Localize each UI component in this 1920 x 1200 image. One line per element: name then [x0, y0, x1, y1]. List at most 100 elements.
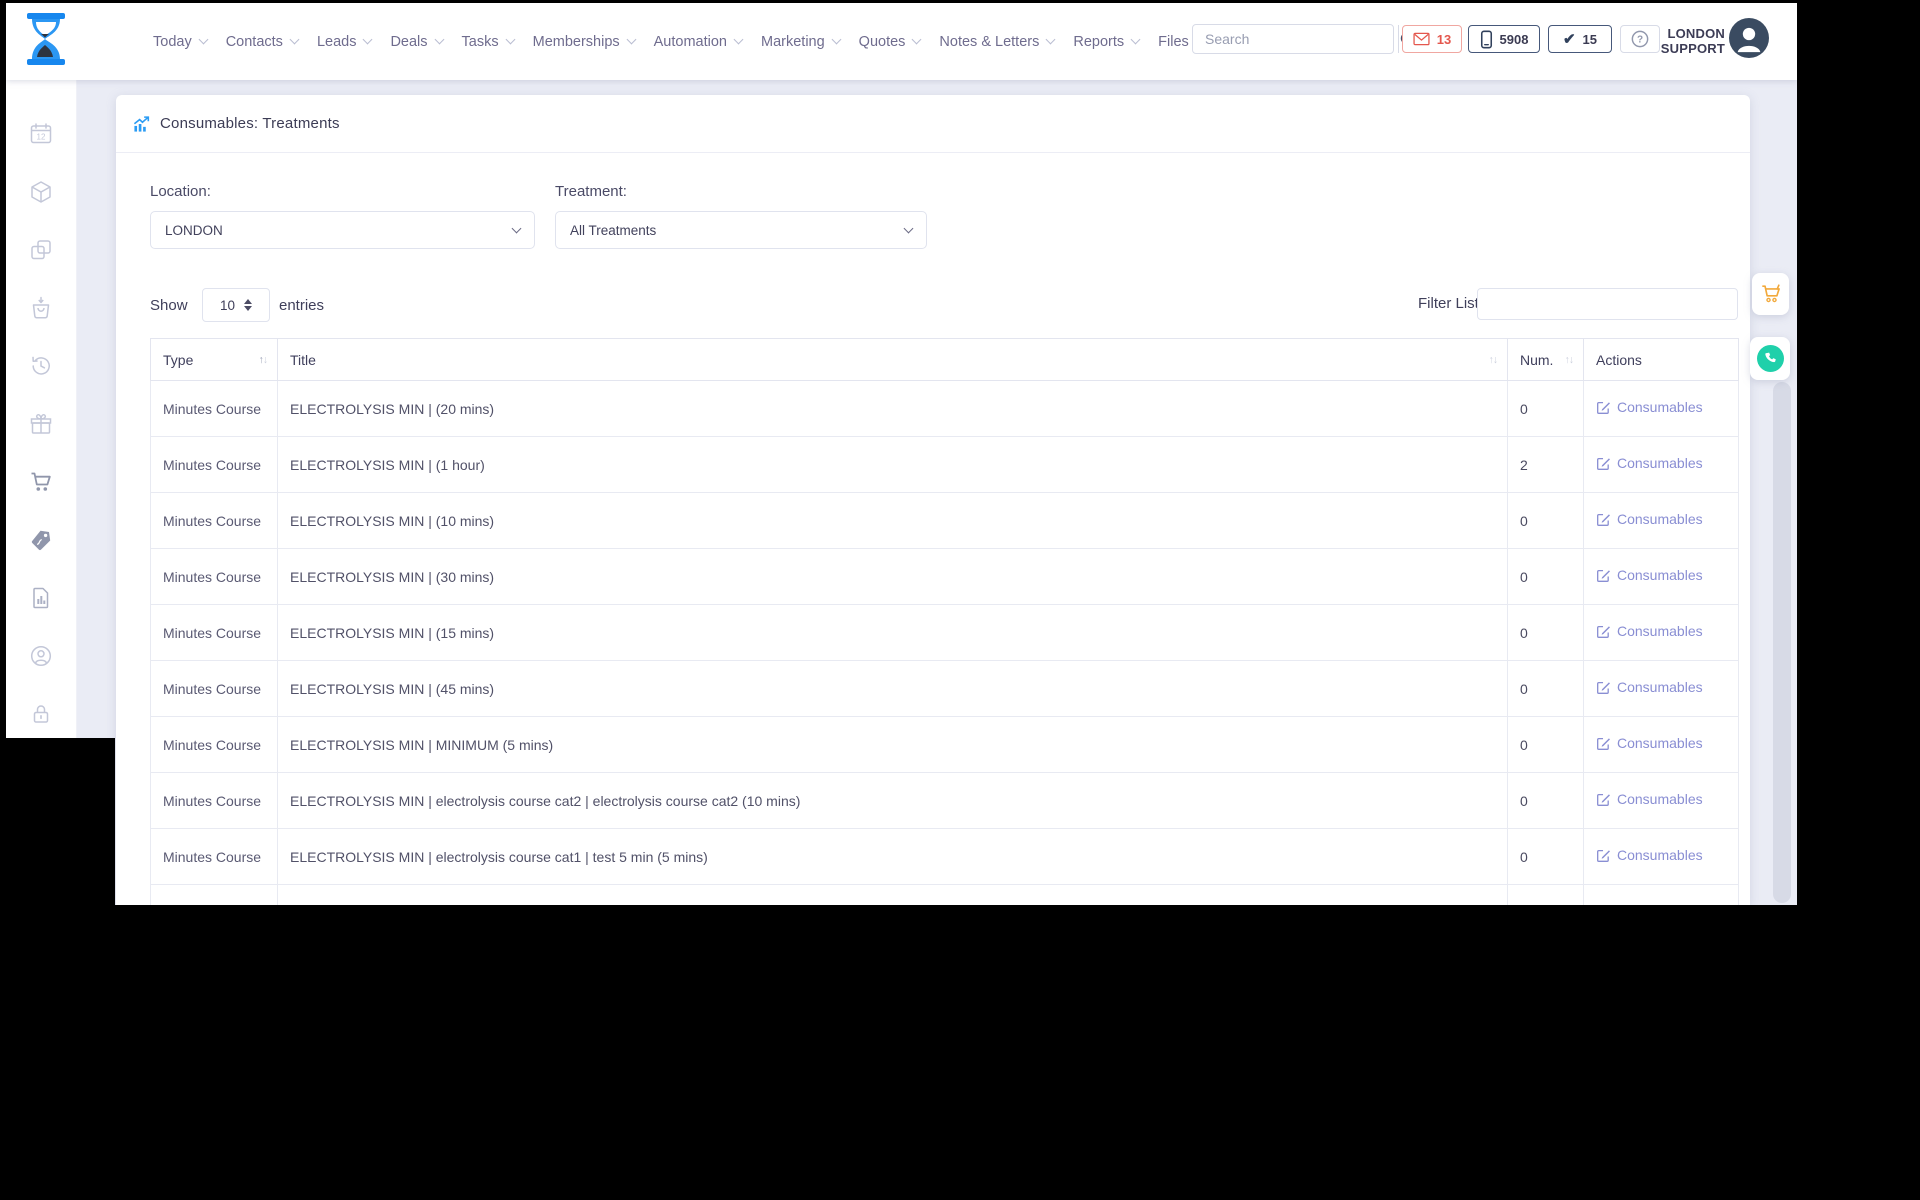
actions-cell: Consumables [1583, 436, 1739, 493]
location-select[interactable]: LONDON [150, 211, 535, 249]
nav-item-reports[interactable]: Reports [1073, 34, 1141, 50]
num-cell: 0 [1507, 716, 1584, 773]
consumables-link[interactable]: Consumables [1596, 735, 1703, 751]
actions-cell: Consumables [1583, 660, 1739, 717]
top-navigation-bar: Today Contacts Leads Deals Tasks Members… [6, 3, 1797, 80]
main-menu: Today Contacts Leads Deals Tasks Members… [153, 3, 1189, 80]
title-cell: ELECTROLYSIS MIN | (10 mins) [277, 492, 1508, 549]
treatment-select[interactable]: All Treatments [555, 211, 927, 249]
user-circle-icon[interactable] [29, 644, 53, 668]
floating-cart-button[interactable] [1752, 273, 1789, 315]
lock-icon[interactable] [29, 702, 53, 726]
table-row: Minutes Course ELECTROLYSIS MIN | electr… [150, 772, 1739, 829]
chevron-down-icon [1045, 34, 1056, 45]
edit-icon [1597, 681, 1610, 694]
column-header-type[interactable]: Type ↑↓ [150, 338, 278, 381]
consumables-treatments-panel: Consumables: Treatments Location: LONDON… [116, 95, 1750, 905]
edit-icon [1597, 457, 1610, 470]
actions-cell [1583, 884, 1739, 905]
page-scrollbar[interactable] [1773, 382, 1791, 903]
svg-text:?: ? [1637, 35, 1643, 46]
entries-label: entries [279, 297, 325, 314]
table-header-row: Type ↑↓ Title ↑↓ Num. ↑↓ Actions [150, 338, 1739, 381]
chevron-down-icon [911, 34, 922, 45]
title-cell [277, 884, 1508, 905]
title-cell: ELECTROLYSIS MIN | (20 mins) [277, 380, 1508, 437]
column-header-num[interactable]: Num. ↑↓ [1507, 338, 1584, 381]
table-row: Minutes Course ELECTROLYSIS MIN | electr… [150, 828, 1739, 885]
title-cell: ELECTROLYSIS MIN | electrolysis course c… [277, 772, 1508, 829]
table-row: Minutes Course ELECTROLYSIS MIN | MINIMU… [150, 716, 1739, 773]
treatment-select-value: All Treatments [570, 222, 657, 238]
nav-item-deals[interactable]: Deals [390, 34, 444, 50]
gift-icon[interactable] [29, 412, 53, 436]
actions-cell: Consumables [1583, 380, 1739, 437]
column-header-actions: Actions [1583, 338, 1739, 381]
consumables-link[interactable]: Consumables [1596, 455, 1703, 471]
cube-icon[interactable] [29, 180, 53, 204]
num-cell: 0 [1507, 660, 1584, 717]
type-cell: Minutes Course [150, 772, 278, 829]
sort-icon: ↑↓ [1564, 353, 1574, 366]
sort-icon: ↑↓ [258, 353, 268, 366]
chart-icon [133, 116, 150, 132]
hourglass-logo-icon[interactable] [22, 12, 70, 70]
nav-item-memberships[interactable]: Memberships [533, 34, 637, 50]
table-row: Minutes Course ELECTROLYSIS MIN | (30 mi… [150, 548, 1739, 605]
chevron-down-icon [626, 34, 637, 45]
mail-notifications-badge[interactable]: 13 [1402, 25, 1462, 53]
edit-icon [1597, 737, 1610, 750]
tasks-done-badge[interactable]: ✔ 15 [1548, 25, 1612, 53]
table-row: Minutes Course ELECTROLYSIS MIN | (10 mi… [150, 492, 1739, 549]
svg-text:12: 12 [37, 133, 46, 142]
title-cell: ELECTROLYSIS MIN | (15 mins) [277, 604, 1508, 661]
consumables-link[interactable]: Consumables [1596, 623, 1703, 639]
nav-item-quotes[interactable]: Quotes [859, 34, 922, 50]
consumables-link[interactable]: Consumables [1596, 791, 1703, 807]
title-cell: ELECTROLYSIS MIN | (30 mins) [277, 548, 1508, 605]
consumables-link[interactable]: Consumables [1596, 511, 1703, 527]
nav-item-tasks[interactable]: Tasks [462, 34, 516, 50]
num-cell: 0 [1507, 828, 1584, 885]
nav-item-marketing[interactable]: Marketing [761, 34, 842, 50]
nav-item-today[interactable]: Today [153, 34, 209, 50]
table-row: Minutes Course ELECTROLYSIS MIN | (20 mi… [150, 380, 1739, 437]
copy-icon[interactable] [29, 238, 53, 262]
shopping-bag-icon[interactable] [29, 296, 53, 320]
consumables-link[interactable]: Consumables [1596, 567, 1703, 583]
report-icon[interactable] [29, 586, 53, 610]
type-cell: Minutes Course [150, 660, 278, 717]
filter-list-input[interactable] [1477, 288, 1738, 320]
nav-item-notes-letters[interactable]: Notes & Letters [939, 34, 1056, 50]
num-cell: 0 [1507, 380, 1584, 437]
num-cell [1507, 884, 1584, 905]
floating-whatsapp-button[interactable] [1750, 337, 1790, 380]
cart-icon[interactable] [29, 470, 53, 494]
search-input[interactable] [1193, 25, 1398, 53]
nav-item-files[interactable]: Files [1158, 34, 1189, 50]
consumables-link[interactable]: Consumables [1596, 847, 1703, 863]
chevron-down-icon [198, 34, 209, 45]
calendar-icon[interactable]: 12 [29, 122, 53, 146]
page-size-select[interactable]: 10 [202, 288, 270, 322]
question-circle-icon: ? [1631, 30, 1649, 48]
chevron-down-icon [733, 34, 744, 45]
consumables-link[interactable]: Consumables [1596, 399, 1703, 415]
user-avatar[interactable] [1729, 18, 1769, 58]
edit-icon [1597, 513, 1610, 526]
edit-icon [1597, 401, 1610, 414]
table-row: Minutes Course ELECTROLYSIS MIN | (1 hou… [150, 436, 1739, 493]
table-row: Minutes Course ELECTROLYSIS MIN | (15 mi… [150, 604, 1739, 661]
column-header-title[interactable]: Title ↑↓ [277, 338, 1508, 381]
current-user-label: LONDON SUPPORT [1651, 26, 1725, 56]
nav-item-automation[interactable]: Automation [654, 34, 744, 50]
page-title: Consumables: Treatments [160, 115, 340, 132]
screenshot-cutoff [6, 738, 115, 905]
nav-item-contacts[interactable]: Contacts [226, 34, 300, 50]
nav-item-leads[interactable]: Leads [317, 34, 373, 50]
history-icon[interactable] [29, 354, 53, 378]
consumables-link[interactable]: Consumables [1596, 679, 1703, 695]
phone-badge[interactable]: 5908 [1468, 25, 1540, 53]
check-count: 15 [1582, 31, 1598, 47]
tag-icon[interactable] [29, 528, 53, 552]
